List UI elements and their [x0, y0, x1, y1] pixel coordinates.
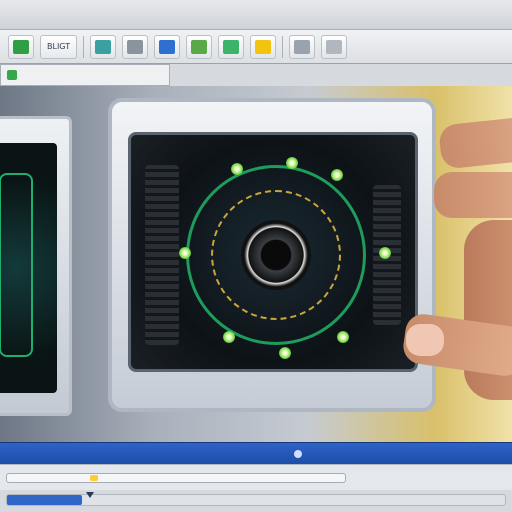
led-light	[379, 247, 391, 259]
hand	[401, 110, 512, 420]
finger	[438, 114, 512, 170]
progress-fill	[7, 495, 82, 505]
led-light	[223, 331, 235, 343]
shape-icon	[294, 39, 311, 54]
led-light	[179, 247, 191, 259]
thumbnail	[406, 324, 444, 356]
finger	[434, 172, 512, 218]
down-arrow-icon	[86, 492, 94, 498]
cursor-button[interactable]	[122, 34, 149, 59]
title-bar	[0, 0, 512, 30]
layers-button[interactable]	[90, 34, 117, 59]
progress-bar	[6, 494, 506, 506]
status-indicator	[294, 450, 302, 458]
square-button[interactable]	[154, 34, 181, 59]
app-window: + BLIGT	[0, 0, 512, 512]
led-light	[331, 169, 343, 181]
led-light	[337, 331, 349, 343]
cursor-icon	[127, 39, 144, 54]
map-icon	[13, 39, 29, 54]
hazard-button[interactable]	[250, 34, 277, 59]
status-bar	[0, 442, 512, 464]
toolbar-separator	[282, 35, 284, 58]
scroll-thumb[interactable]	[90, 475, 98, 481]
center-lens	[241, 220, 311, 290]
status-icon	[7, 70, 17, 80]
map-icon-button[interactable]	[8, 34, 34, 59]
chart-icon	[191, 39, 208, 54]
device-core	[128, 132, 418, 372]
scroll-row	[0, 464, 512, 490]
scroll-track[interactable]	[6, 473, 346, 483]
toolbar-label[interactable]: BLIGT	[40, 34, 78, 59]
leaf-button[interactable]	[218, 34, 245, 59]
chart-button[interactable]	[186, 34, 213, 59]
left-device-panel	[0, 116, 72, 416]
sub-toolbar	[0, 64, 170, 86]
layers-icon	[95, 39, 112, 54]
led-light	[286, 157, 298, 169]
led-light	[279, 347, 291, 359]
square-icon	[159, 39, 176, 54]
doc-button[interactable]	[321, 34, 348, 59]
led-light	[231, 163, 243, 175]
doc-icon	[326, 39, 343, 54]
heatsink-left	[145, 165, 179, 345]
shape-button[interactable]	[289, 34, 316, 59]
image-viewport[interactable]	[0, 86, 512, 442]
main-device	[108, 98, 436, 412]
leaf-icon	[223, 39, 240, 54]
hazard-icon	[255, 39, 272, 54]
toolbar: BLIGT	[0, 30, 512, 64]
circuit-board	[0, 143, 57, 393]
toolbar-separator	[83, 35, 85, 58]
